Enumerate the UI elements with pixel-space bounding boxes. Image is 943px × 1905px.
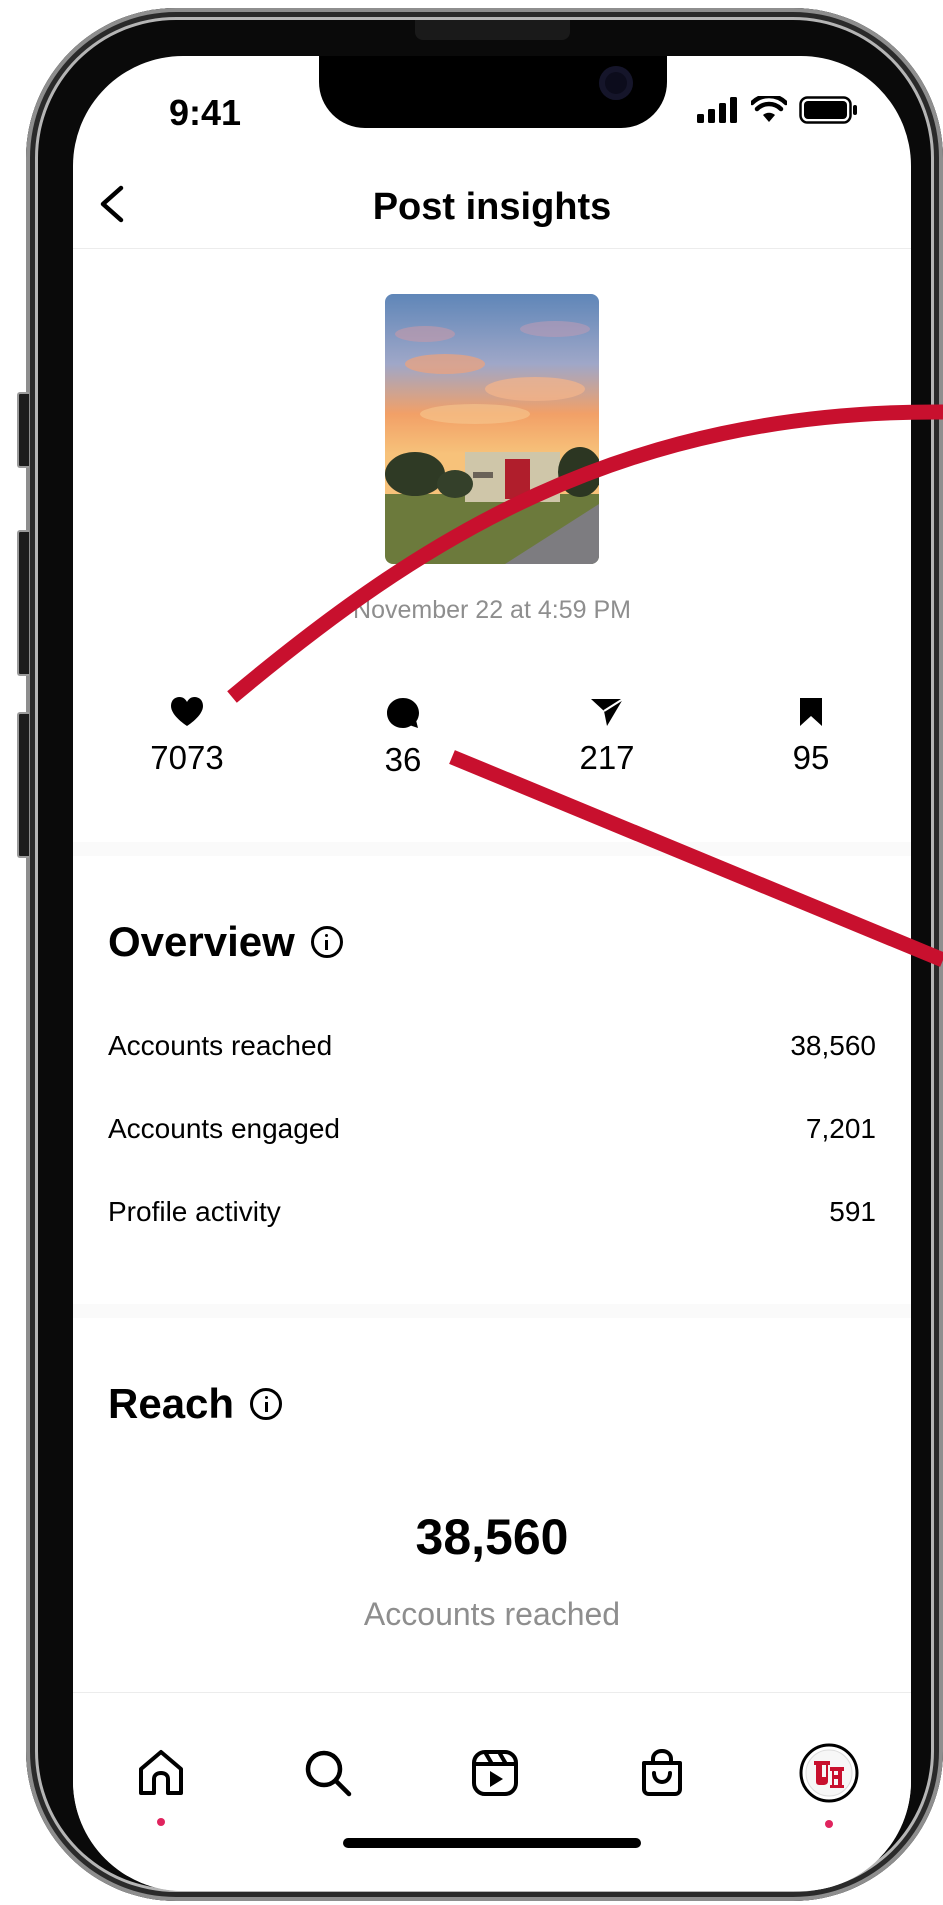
annotation-overlay: [227, 404, 943, 967]
annotation-arrow-likes: [227, 404, 943, 703]
annotation-arrow-comments: [449, 750, 943, 967]
